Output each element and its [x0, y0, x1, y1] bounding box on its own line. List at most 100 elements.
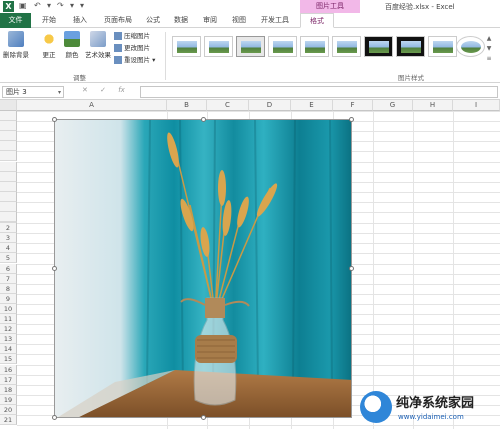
cancel-icon[interactable]: ✕ [82, 86, 88, 94]
picture-style-9[interactable] [428, 36, 457, 57]
row-header-blank[interactable] [0, 131, 17, 142]
remove-background-icon [8, 31, 24, 47]
save-icon[interactable]: ▣ [19, 1, 27, 10]
row-header-blank[interactable] [0, 191, 17, 202]
watermark-logo-icon [360, 391, 392, 423]
row-header-15[interactable]: 15 [0, 354, 17, 365]
redo-icon[interactable]: ↷ [57, 1, 64, 10]
row-header-9[interactable]: 9 [0, 293, 17, 304]
resize-handle-n[interactable] [201, 117, 206, 122]
column-header-h[interactable]: H [413, 100, 453, 111]
picture-style-10[interactable] [456, 36, 485, 57]
picture-style-1[interactable] [172, 36, 201, 57]
formula-input[interactable] [140, 86, 498, 98]
resize-handle-ne[interactable] [349, 117, 354, 122]
row-header-19[interactable]: 19 [0, 394, 17, 405]
formula-buttons: ✕ ✓ fx [82, 86, 125, 94]
row-header-blank[interactable] [0, 141, 17, 152]
row-header-blank[interactable] [0, 121, 17, 132]
group-label-adjust: 调整 [73, 74, 86, 82]
row-header-13[interactable]: 13 [0, 334, 17, 345]
picture-style-7[interactable] [364, 36, 393, 57]
row-header-blank[interactable] [0, 181, 17, 192]
tab-insert[interactable]: 插入 [66, 13, 94, 28]
picture-style-4[interactable] [268, 36, 297, 57]
styles-gallery-scroll[interactable]: ▲ ▼ ≡ [484, 34, 494, 64]
row-header-20[interactable]: 20 [0, 404, 17, 415]
selected-picture[interactable] [54, 119, 352, 418]
tab-page-layout[interactable]: 页面布局 [98, 13, 138, 28]
title-bar: X ▣ ↶ ▾ ↷ ▾ ▾ 图片工具 百度经验.xlsx - Excel [0, 0, 500, 13]
row-header-8[interactable]: 8 [0, 283, 17, 294]
row-header-blank[interactable] [0, 171, 17, 182]
tab-format[interactable]: 格式 [300, 13, 334, 28]
row-header-21[interactable]: 21 [0, 415, 17, 425]
resize-handle-e[interactable] [349, 266, 354, 271]
undo-icon[interactable]: ↶ [34, 1, 41, 10]
tab-view[interactable]: 视图 [226, 13, 252, 28]
row-header-4[interactable]: 4 [0, 243, 17, 254]
fx-icon[interactable]: fx [118, 86, 125, 94]
resize-handle-sw[interactable] [52, 415, 57, 420]
column-header-i[interactable]: I [453, 100, 500, 111]
row-header-17[interactable]: 17 [0, 374, 17, 385]
picture-style-5[interactable] [300, 36, 329, 57]
excel-logo-icon[interactable]: X [3, 1, 14, 12]
site-watermark: 纯净系统家园 www.yidaimei.com [360, 388, 498, 428]
tab-developer[interactable]: 开发工具 [255, 13, 295, 28]
row-header-blank[interactable] [0, 151, 17, 162]
tab-formulas[interactable]: 公式 [140, 13, 166, 28]
resize-handle-s[interactable] [201, 415, 206, 420]
ribbon-tabs: 文件 开始 插入 页面布局 公式 数据 审阅 视图 开发工具 格式 [0, 13, 500, 28]
corrections-button[interactable]: 更正 [38, 31, 60, 59]
name-box[interactable]: 图片 3 ▾ [2, 86, 64, 98]
group-separator [165, 32, 166, 80]
row-header-11[interactable]: 11 [0, 314, 17, 324]
column-header-a[interactable]: A [17, 100, 167, 111]
row-header-2[interactable]: 2 [0, 223, 17, 234]
row-header-14[interactable]: 14 [0, 344, 17, 355]
tab-file[interactable]: 文件 [0, 13, 31, 28]
resize-handle-w[interactable] [52, 266, 57, 271]
tab-review[interactable]: 审阅 [197, 13, 223, 28]
column-header-b[interactable]: B [167, 100, 207, 111]
picture-style-6[interactable] [332, 36, 361, 57]
row-header-blank[interactable] [0, 161, 17, 172]
reset-picture-button[interactable]: 重设图片 ▾ [114, 55, 155, 65]
row-header-blank[interactable] [0, 201, 17, 212]
row-header-7[interactable]: 7 [0, 273, 17, 284]
row-header-5[interactable]: 5 [0, 253, 17, 264]
column-header-g[interactable]: G [373, 100, 413, 111]
change-picture-button[interactable]: 更改图片 [114, 43, 150, 53]
tab-data[interactable]: 数据 [168, 13, 194, 28]
picture-style-2[interactable] [204, 36, 233, 57]
row-header-12[interactable]: 12 [0, 324, 17, 335]
color-button[interactable]: 颜色 [62, 31, 82, 59]
row-header-3[interactable]: 3 [0, 233, 17, 244]
sun-icon [41, 31, 57, 47]
artistic-effects-button[interactable]: 艺术效果 [84, 31, 112, 59]
row-header-6[interactable]: 6 [0, 263, 17, 274]
column-header-c[interactable]: C [207, 100, 249, 111]
undo-dropdown-icon[interactable]: ▾ [47, 1, 51, 10]
column-header-f[interactable]: F [333, 100, 373, 111]
compress-pictures-button[interactable]: 压缩图片 [114, 31, 150, 41]
row-header-blank[interactable] [0, 212, 17, 222]
column-header-e[interactable]: E [291, 100, 333, 111]
row-header-16[interactable]: 16 [0, 364, 17, 375]
row-header-18[interactable]: 18 [0, 384, 17, 395]
row-header-blank[interactable] [0, 111, 17, 121]
redo-dropdown-icon[interactable]: ▾ [70, 1, 74, 10]
change-picture-icon [114, 44, 122, 52]
remove-background-button[interactable]: 删除背景 [2, 31, 30, 59]
resize-handle-nw[interactable] [52, 117, 57, 122]
chevron-down-icon: ▾ [57, 89, 61, 96]
column-header-d[interactable]: D [249, 100, 291, 111]
picture-style-3[interactable] [236, 36, 265, 57]
row-header-10[interactable]: 10 [0, 303, 17, 314]
customize-qat-icon[interactable]: ▾ [80, 1, 84, 10]
enter-icon[interactable]: ✓ [100, 86, 106, 94]
tab-home[interactable]: 开始 [35, 13, 63, 28]
picture-style-8[interactable] [396, 36, 425, 57]
select-all-corner[interactable] [0, 100, 17, 111]
